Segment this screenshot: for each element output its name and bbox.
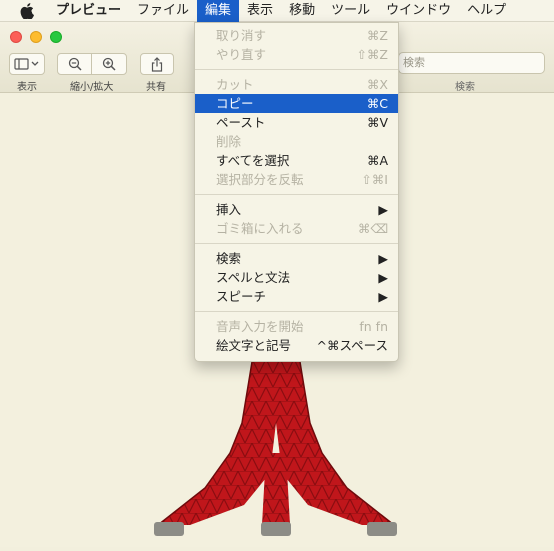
edit-menu-item-0-0: 取り消す ⌘Z [195, 26, 398, 45]
menu-separator [195, 69, 398, 70]
search-placeholder: 検索 [403, 56, 425, 69]
edit-menu-item-3-1[interactable]: スペルと文法 ▶ [195, 268, 398, 287]
menu-item-label: 挿入 [216, 202, 242, 217]
menu-preview[interactable]: プレビュー [48, 0, 129, 22]
menu-separator [195, 194, 398, 195]
submenu-arrow-icon: ▶ [378, 251, 388, 266]
menu-item-label: 取り消す [216, 28, 267, 43]
share-button[interactable] [140, 53, 174, 75]
apple-menu[interactable] [16, 2, 38, 19]
menu-go[interactable]: 移動 [281, 0, 323, 22]
edit-menu-item-1-4[interactable]: すべてを選択 ⌘A [195, 151, 398, 170]
menu-item-shortcut: ⌘⌫ [357, 221, 388, 236]
zoom-out-icon [68, 57, 82, 71]
menu-bar: プレビュー ファイル 編集 表示 移動 ツール ウインドウ ヘルプ [0, 0, 554, 22]
zoom-label: 縮小/拡大 [70, 82, 114, 93]
menu-view[interactable]: 表示 [239, 0, 281, 22]
close-window-button[interactable] [10, 31, 22, 43]
edit-menu-item-1-3: 削除 [195, 132, 398, 151]
menu-item-label: 選択部分を反転 [216, 172, 304, 187]
zoom-window-button[interactable] [50, 31, 62, 43]
menu-item-label: やり直す [216, 47, 267, 62]
share-label: 共有 [146, 82, 166, 93]
menu-window[interactable]: ウインドウ [378, 0, 459, 22]
menu-item-label: 絵文字と記号 [216, 338, 292, 353]
view-mode-button[interactable] [9, 53, 45, 75]
edit-menu-item-0-1: やり直す ⇧⌘Z [195, 45, 398, 64]
view-label: 表示 [17, 82, 37, 93]
submenu-arrow-icon: ▶ [378, 289, 388, 304]
minimize-window-button[interactable] [30, 31, 42, 43]
menu-help[interactable]: ヘルプ [459, 0, 514, 22]
menu-item-shortcut: ⌘Z [366, 28, 388, 43]
menu-edit[interactable]: 編集 [197, 0, 240, 22]
menu-item-shortcut: fn fn [359, 319, 388, 334]
menu-item-shortcut: ⇧⌘Z [356, 47, 388, 62]
zoom-out-button[interactable] [57, 53, 92, 75]
menu-item-label: 削除 [216, 134, 242, 149]
menu-item-label: ゴミ箱に入れる [216, 221, 304, 236]
edit-menu-item-1-0: カット ⌘X [195, 75, 398, 94]
edit-menu-item-2-0[interactable]: 挿入 ▶ [195, 200, 398, 219]
edit-menu-item-1-5: 選択部分を反転 ⇧⌘I [195, 170, 398, 189]
sidebar-view-icon [14, 58, 39, 70]
submenu-arrow-icon: ▶ [378, 202, 388, 217]
edit-menu-item-3-2[interactable]: スピーチ ▶ [195, 287, 398, 306]
menu-item-label: スペルと文法 [216, 270, 291, 285]
share-icon [151, 56, 163, 72]
edit-menu-item-2-1: ゴミ箱に入れる ⌘⌫ [195, 219, 398, 238]
menu-item-label: カット [216, 77, 254, 92]
menu-item-shortcut: ⌘C [366, 96, 388, 111]
edit-menu-item-1-2[interactable]: ペースト ⌘V [195, 113, 398, 132]
menu-item-label: コピー [216, 96, 254, 111]
edit-menu-item-1-1[interactable]: コピー ⌘C [195, 94, 398, 113]
menu-item-shortcut: ⌘X [366, 77, 388, 92]
zoom-in-icon [102, 57, 116, 71]
menu-item-shortcut: ⇧⌘I [361, 172, 388, 187]
menu-separator [195, 243, 398, 244]
submenu-arrow-icon: ▶ [378, 270, 388, 285]
menu-item-label: 検索 [216, 251, 242, 266]
menu-item-label: ペースト [216, 115, 266, 130]
menu-item-shortcut: ⌘A [366, 153, 388, 168]
menu-item-label: スピーチ [216, 289, 267, 304]
menu-item-shortcut: ^⌘スペース [316, 338, 388, 353]
edit-menu-item-3-0[interactable]: 検索 ▶ [195, 249, 398, 268]
menu-item-label: すべてを選択 [216, 153, 290, 168]
tower-base-center [261, 522, 291, 536]
edit-menu-item-4-0: 音声入力を開始 fn fn [195, 317, 398, 336]
search-input[interactable]: 検索 [398, 52, 545, 74]
menu-tools[interactable]: ツール [323, 0, 378, 22]
edit-menu-item-4-1[interactable]: 絵文字と記号 ^⌘スペース [195, 336, 398, 355]
search-label: 検索 [455, 82, 475, 93]
edit-menu-dropdown: 取り消す ⌘Z やり直す ⇧⌘Z カット ⌘X コピー ⌘C ペースト ⌘V 削除すべてを選択 ⌘A 選… [194, 22, 399, 362]
tower-base-left [154, 522, 184, 536]
zoom-in-button[interactable] [91, 53, 127, 75]
menu-file[interactable]: ファイル [129, 0, 197, 22]
menu-separator [195, 311, 398, 312]
menu-item-label: 音声入力を開始 [216, 319, 304, 334]
menu-item-shortcut: ⌘V [366, 115, 388, 130]
tower-base-right [367, 522, 397, 536]
apple-icon [20, 2, 34, 19]
